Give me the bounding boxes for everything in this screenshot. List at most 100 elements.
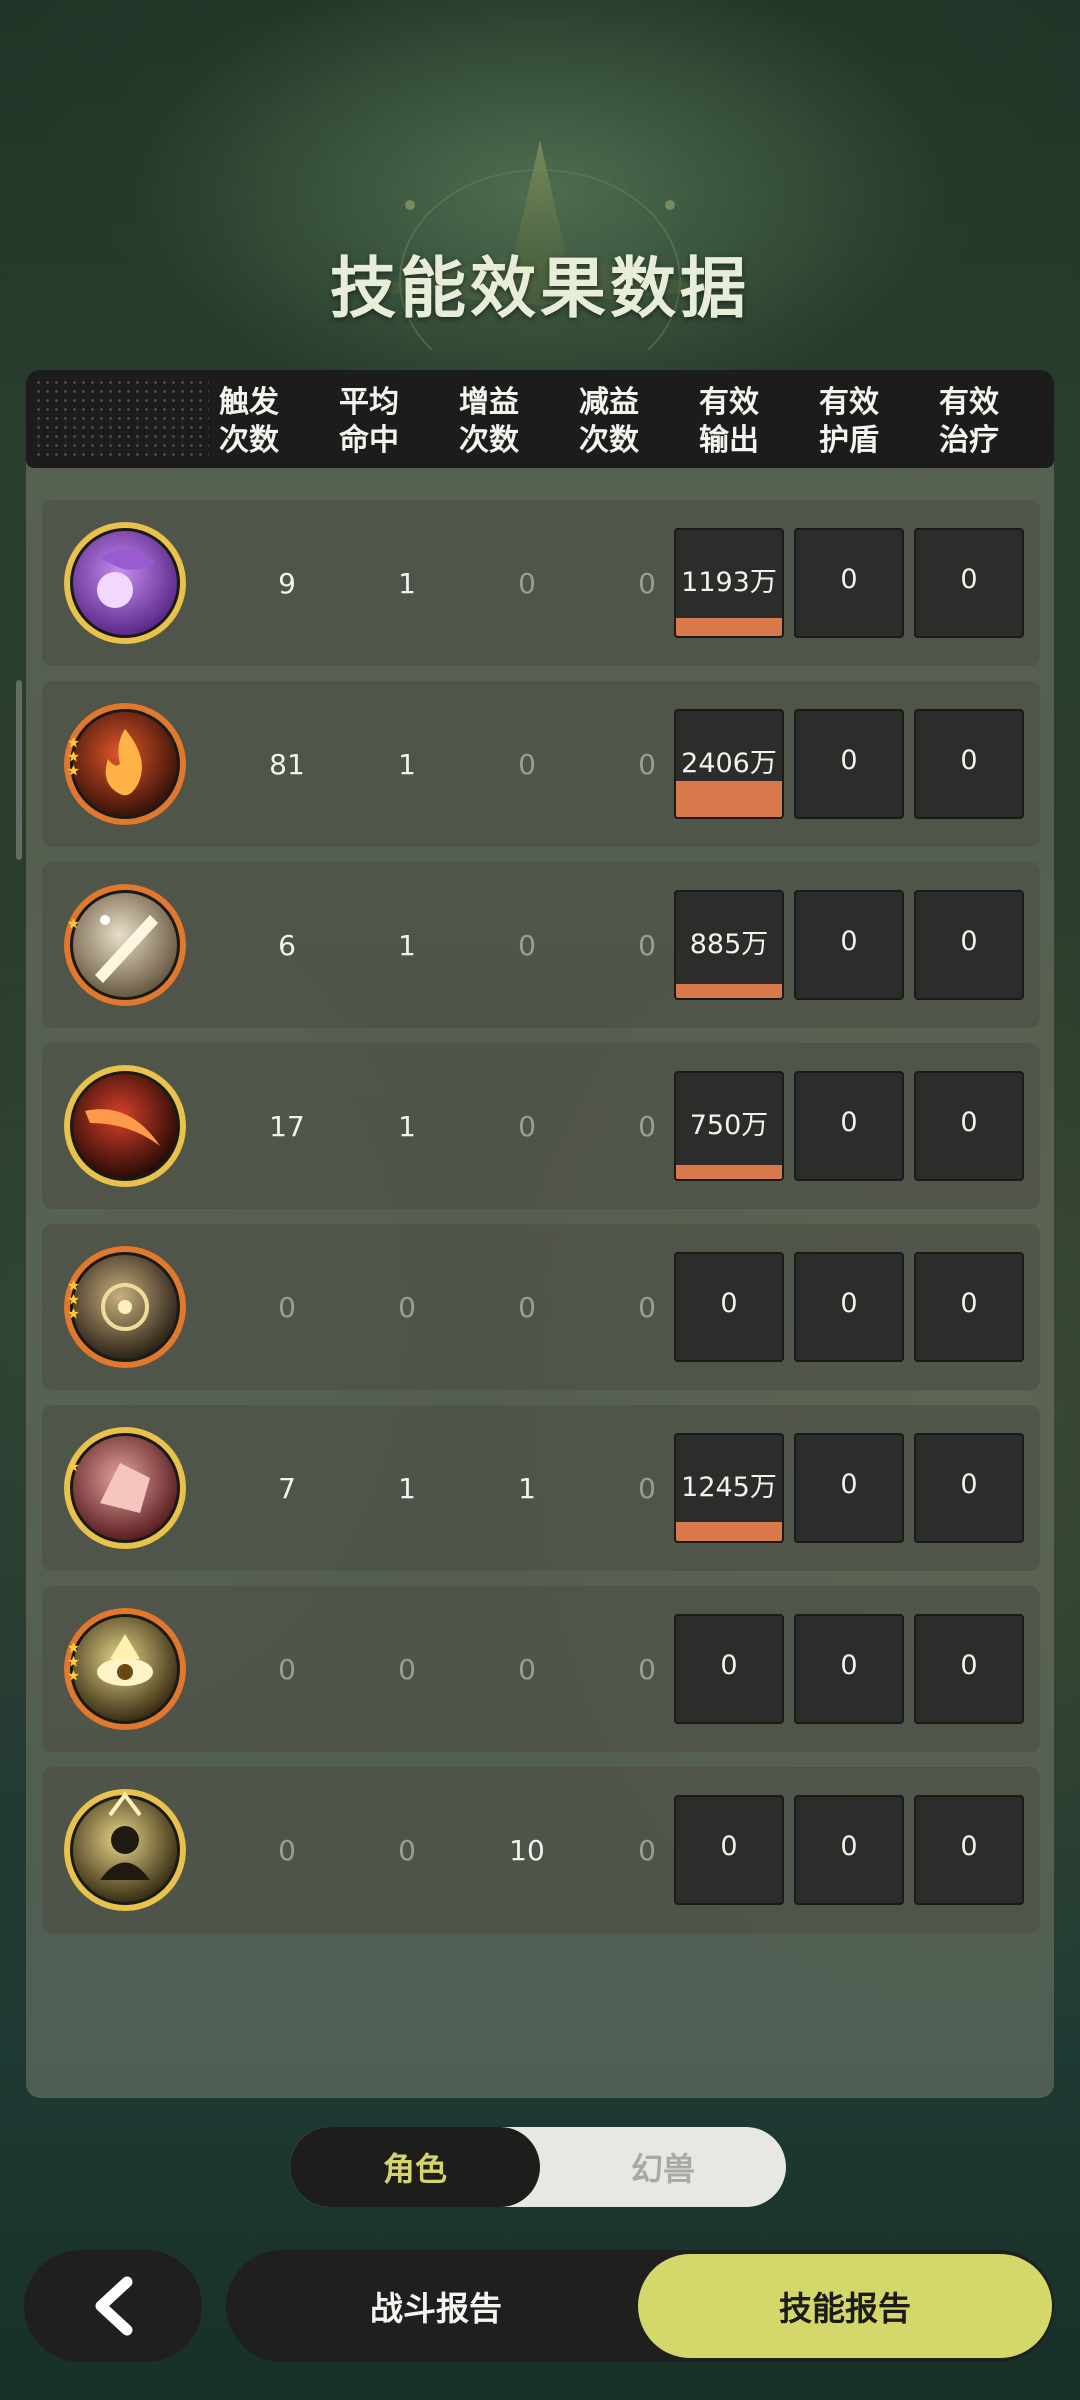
table-row[interactable]: 0000000: [42, 1224, 1040, 1390]
header-debuff-count: 减益 次数: [579, 385, 639, 458]
cell-value: 0: [960, 1468, 978, 1500]
table-row[interactable]: 17 1 0 0 750万 0 0: [42, 1043, 1040, 1209]
cell-effective-heal: 0: [914, 1795, 1024, 1905]
cell-trigger: 0: [278, 1652, 296, 1686]
cell-value: 0: [840, 1106, 858, 1138]
shadow-figure-skill-icon[interactable]: [60, 1785, 190, 1915]
role-toggle[interactable]: 角色 幻兽: [290, 2127, 786, 2207]
cell-value: 0: [960, 1287, 978, 1319]
cell-buff: 10: [509, 1833, 545, 1867]
flesh-shard-skill-icon[interactable]: [60, 1423, 190, 1553]
cell-value: 0: [960, 1649, 978, 1681]
table-row[interactable]: 9 1 0 0 1193万 0 0: [42, 500, 1040, 666]
cell-value: 0: [840, 563, 858, 595]
cell-trigger: 0: [278, 1833, 296, 1867]
cell-trigger: 0: [278, 1290, 296, 1324]
cell-effective-heal: 0: [914, 1614, 1024, 1724]
fire-slash-skill-icon[interactable]: [60, 1061, 190, 1191]
output-share-bar: [676, 984, 782, 998]
cell-buff: 0: [518, 1290, 536, 1324]
vortex-eye-skill-icon[interactable]: [60, 1242, 190, 1372]
table-row[interactable]: 7 1 1 0 1245万 0 0: [42, 1405, 1040, 1571]
cell-value: 0: [960, 1106, 978, 1138]
cell-avg-hit: 0: [398, 1652, 416, 1686]
cell-value: 0: [840, 1830, 858, 1862]
table-header: 触发 次数 平均 命中 增益 次数 减益 次数 有效 输出 有效 护盾 有效 治疗: [26, 370, 1054, 468]
cell-effective-heal: 0: [914, 1071, 1024, 1181]
cell-effective-output: 0: [674, 1614, 784, 1724]
cell-effective-heal: 0: [914, 1252, 1024, 1362]
cell-avg-hit: 1: [398, 566, 416, 600]
purple-orb-skill-icon[interactable]: [60, 518, 190, 648]
cell-effective-output: 1245万: [674, 1433, 784, 1543]
cell-effective-output: 885万: [674, 890, 784, 1000]
cell-effective-output: 0: [674, 1795, 784, 1905]
cell-avg-hit: 0: [398, 1833, 416, 1867]
header-effective-heal: 有效 治疗: [939, 385, 999, 458]
cell-effective-output: 750万: [674, 1071, 784, 1181]
cell-effective-shield: 0: [794, 1252, 904, 1362]
cell-trigger: 17: [269, 1109, 305, 1143]
cell-value: 0: [720, 1287, 738, 1319]
cell-avg-hit: 1: [398, 1109, 416, 1143]
cell-value: 2406万: [681, 747, 777, 779]
cell-buff: 1: [518, 1471, 536, 1505]
cell-effective-shield: 0: [794, 1071, 904, 1181]
cell-effective-heal: 0: [914, 528, 1024, 638]
cell-avg-hit: 1: [398, 747, 416, 781]
cell-value: 885万: [689, 928, 769, 960]
cell-buff: 0: [518, 566, 536, 600]
cell-value: 0: [720, 1649, 738, 1681]
cell-value: 0: [840, 925, 858, 957]
header-effective-output: 有效 输出: [699, 385, 759, 458]
cell-effective-shield: 0: [794, 709, 904, 819]
cell-value: 1193万: [681, 566, 777, 598]
toggle-role-beast[interactable]: 幻兽: [540, 2127, 786, 2207]
cell-value: 0: [960, 744, 978, 776]
cell-buff: 0: [518, 928, 536, 962]
cell-avg-hit: 1: [398, 928, 416, 962]
cell-effective-shield: 0: [794, 1614, 904, 1724]
header-effective-shield: 有效 护盾: [819, 385, 879, 458]
cell-value: 0: [960, 1830, 978, 1862]
cell-effective-shield: 0: [794, 1795, 904, 1905]
cell-value: 0: [720, 1830, 738, 1862]
scroll-indicator[interactable]: [16, 680, 22, 860]
cell-effective-heal: 0: [914, 890, 1024, 1000]
cell-value: 0: [840, 744, 858, 776]
cell-value: 1245万: [681, 1471, 777, 1503]
flame-skill-icon[interactable]: [60, 699, 190, 829]
table-row[interactable]: 6 1 0 0 885万 0 0: [42, 862, 1040, 1028]
page-title: 技能效果数据: [330, 250, 750, 327]
cell-avg-hit: 0: [398, 1290, 416, 1324]
cell-value: 0: [840, 1287, 858, 1319]
cell-buff: 0: [518, 1652, 536, 1686]
cell-effective-output: 0: [674, 1252, 784, 1362]
cell-effective-output: 2406万: [674, 709, 784, 819]
header-trigger-count: 触发 次数: [219, 385, 279, 458]
output-share-bar: [676, 618, 782, 636]
table-row[interactable]: 0000000: [42, 1586, 1040, 1752]
toggle-role-character[interactable]: 角色: [290, 2127, 540, 2207]
report-tabbar: 战斗报告 技能报告: [226, 2250, 1054, 2362]
watching-eye-skill-icon[interactable]: [60, 1604, 190, 1734]
cell-trigger: 9: [278, 566, 296, 600]
cell-trigger: 7: [278, 1471, 296, 1505]
sword-burst-skill-icon[interactable]: [60, 880, 190, 1010]
tab-skill-report[interactable]: 技能报告: [638, 2254, 1052, 2358]
tab-battle-report[interactable]: 战斗报告: [226, 2250, 646, 2362]
cell-trigger: 81: [269, 747, 305, 781]
cell-effective-output: 1193万: [674, 528, 784, 638]
cell-value: 0: [840, 1468, 858, 1500]
cell-value: 0: [840, 1649, 858, 1681]
back-button[interactable]: [24, 2250, 202, 2362]
output-share-bar: [676, 1522, 782, 1541]
header-avg-hit: 平均 命中: [339, 385, 399, 458]
cell-effective-shield: 0: [794, 528, 904, 638]
table-row[interactable]: 0 0 10 0 0 0 0: [42, 1767, 1040, 1933]
table-row[interactable]: 81 1 0 0 2406万 0 0: [42, 681, 1040, 847]
cell-value: 750万: [689, 1109, 769, 1141]
cell-effective-shield: 0: [794, 1433, 904, 1543]
cell-effective-heal: 0: [914, 709, 1024, 819]
cell-value: 0: [960, 563, 978, 595]
